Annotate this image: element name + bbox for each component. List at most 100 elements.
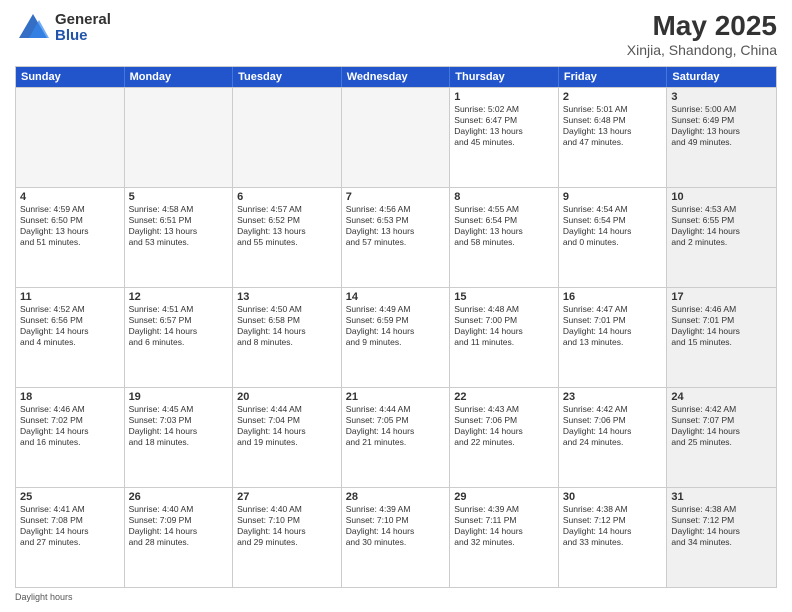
calendar-header-cell: Wednesday (342, 67, 451, 87)
calendar-cell: 29Sunrise: 4:39 AM Sunset: 7:11 PM Dayli… (450, 488, 559, 587)
cell-content: Sunrise: 4:53 AM Sunset: 6:55 PM Dayligh… (671, 204, 772, 248)
calendar-row: 4Sunrise: 4:59 AM Sunset: 6:50 PM Daylig… (16, 187, 776, 287)
calendar: SundayMondayTuesdayWednesdayThursdayFrid… (15, 66, 777, 588)
title-block: May 2025 Xinjia, Shandong, China (627, 10, 777, 58)
cell-content: Sunrise: 4:39 AM Sunset: 7:11 PM Dayligh… (454, 504, 554, 548)
calendar-cell: 30Sunrise: 4:38 AM Sunset: 7:12 PM Dayli… (559, 488, 668, 587)
calendar-cell: 21Sunrise: 4:44 AM Sunset: 7:05 PM Dayli… (342, 388, 451, 487)
calendar-cell: 16Sunrise: 4:47 AM Sunset: 7:01 PM Dayli… (559, 288, 668, 387)
calendar-header-cell: Friday (559, 67, 668, 87)
day-number: 1 (454, 91, 554, 103)
cell-content: Sunrise: 4:40 AM Sunset: 7:09 PM Dayligh… (129, 504, 229, 548)
calendar-cell: 26Sunrise: 4:40 AM Sunset: 7:09 PM Dayli… (125, 488, 234, 587)
day-number: 23 (563, 391, 663, 403)
cell-content: Sunrise: 4:56 AM Sunset: 6:53 PM Dayligh… (346, 204, 446, 248)
calendar-cell: 15Sunrise: 4:48 AM Sunset: 7:00 PM Dayli… (450, 288, 559, 387)
calendar-header-cell: Thursday (450, 67, 559, 87)
day-number: 10 (671, 191, 772, 203)
cell-content: Sunrise: 4:42 AM Sunset: 7:07 PM Dayligh… (671, 404, 772, 448)
day-number: 21 (346, 391, 446, 403)
day-number: 5 (129, 191, 229, 203)
calendar-header-cell: Monday (125, 67, 234, 87)
day-number: 20 (237, 391, 337, 403)
calendar-cell: 19Sunrise: 4:45 AM Sunset: 7:03 PM Dayli… (125, 388, 234, 487)
day-number: 9 (563, 191, 663, 203)
day-number: 8 (454, 191, 554, 203)
cell-content: Sunrise: 4:40 AM Sunset: 7:10 PM Dayligh… (237, 504, 337, 548)
calendar-cell: 9Sunrise: 4:54 AM Sunset: 6:54 PM Daylig… (559, 188, 668, 287)
cell-content: Sunrise: 5:01 AM Sunset: 6:48 PM Dayligh… (563, 104, 663, 148)
day-number: 6 (237, 191, 337, 203)
cell-content: Sunrise: 5:02 AM Sunset: 6:47 PM Dayligh… (454, 104, 554, 148)
cell-content: Sunrise: 4:43 AM Sunset: 7:06 PM Dayligh… (454, 404, 554, 448)
calendar-cell: 22Sunrise: 4:43 AM Sunset: 7:06 PM Dayli… (450, 388, 559, 487)
header: General Blue May 2025 Xinjia, Shandong, … (15, 10, 777, 58)
cell-content: Sunrise: 4:47 AM Sunset: 7:01 PM Dayligh… (563, 304, 663, 348)
calendar-row: 1Sunrise: 5:02 AM Sunset: 6:47 PM Daylig… (16, 87, 776, 187)
day-number: 27 (237, 491, 337, 503)
cell-content: Sunrise: 4:45 AM Sunset: 7:03 PM Dayligh… (129, 404, 229, 448)
cell-content: Sunrise: 4:46 AM Sunset: 7:01 PM Dayligh… (671, 304, 772, 348)
day-number: 24 (671, 391, 772, 403)
calendar-cell (342, 88, 451, 187)
calendar-cell: 13Sunrise: 4:50 AM Sunset: 6:58 PM Dayli… (233, 288, 342, 387)
calendar-row: 18Sunrise: 4:46 AM Sunset: 7:02 PM Dayli… (16, 387, 776, 487)
day-number: 17 (671, 291, 772, 303)
calendar-header: SundayMondayTuesdayWednesdayThursdayFrid… (16, 67, 776, 87)
cell-content: Sunrise: 4:50 AM Sunset: 6:58 PM Dayligh… (237, 304, 337, 348)
calendar-cell: 8Sunrise: 4:55 AM Sunset: 6:54 PM Daylig… (450, 188, 559, 287)
day-number: 13 (237, 291, 337, 303)
cell-content: Sunrise: 4:39 AM Sunset: 7:10 PM Dayligh… (346, 504, 446, 548)
page: General Blue May 2025 Xinjia, Shandong, … (0, 0, 792, 612)
subtitle: Xinjia, Shandong, China (627, 42, 777, 58)
cell-content: Sunrise: 4:41 AM Sunset: 7:08 PM Dayligh… (20, 504, 120, 548)
calendar-cell: 6Sunrise: 4:57 AM Sunset: 6:52 PM Daylig… (233, 188, 342, 287)
day-number: 11 (20, 291, 120, 303)
cell-content: Sunrise: 4:48 AM Sunset: 7:00 PM Dayligh… (454, 304, 554, 348)
logo-general: General (55, 12, 111, 29)
main-title: May 2025 (627, 10, 777, 42)
calendar-cell: 28Sunrise: 4:39 AM Sunset: 7:10 PM Dayli… (342, 488, 451, 587)
calendar-cell (16, 88, 125, 187)
calendar-cell: 31Sunrise: 4:38 AM Sunset: 7:12 PM Dayli… (667, 488, 776, 587)
logo-icon (15, 10, 51, 46)
day-number: 19 (129, 391, 229, 403)
day-number: 25 (20, 491, 120, 503)
calendar-cell: 23Sunrise: 4:42 AM Sunset: 7:06 PM Dayli… (559, 388, 668, 487)
calendar-cell: 27Sunrise: 4:40 AM Sunset: 7:10 PM Dayli… (233, 488, 342, 587)
cell-content: Sunrise: 4:44 AM Sunset: 7:04 PM Dayligh… (237, 404, 337, 448)
day-number: 18 (20, 391, 120, 403)
calendar-cell: 3Sunrise: 5:00 AM Sunset: 6:49 PM Daylig… (667, 88, 776, 187)
calendar-cell: 17Sunrise: 4:46 AM Sunset: 7:01 PM Dayli… (667, 288, 776, 387)
calendar-cell: 7Sunrise: 4:56 AM Sunset: 6:53 PM Daylig… (342, 188, 451, 287)
calendar-cell: 25Sunrise: 4:41 AM Sunset: 7:08 PM Dayli… (16, 488, 125, 587)
calendar-cell: 5Sunrise: 4:58 AM Sunset: 6:51 PM Daylig… (125, 188, 234, 287)
cell-content: Sunrise: 4:55 AM Sunset: 6:54 PM Dayligh… (454, 204, 554, 248)
day-number: 22 (454, 391, 554, 403)
calendar-cell (233, 88, 342, 187)
cell-content: Sunrise: 4:59 AM Sunset: 6:50 PM Dayligh… (20, 204, 120, 248)
cell-content: Sunrise: 4:42 AM Sunset: 7:06 PM Dayligh… (563, 404, 663, 448)
day-number: 4 (20, 191, 120, 203)
cell-content: Sunrise: 4:52 AM Sunset: 6:56 PM Dayligh… (20, 304, 120, 348)
calendar-cell: 18Sunrise: 4:46 AM Sunset: 7:02 PM Dayli… (16, 388, 125, 487)
calendar-cell: 2Sunrise: 5:01 AM Sunset: 6:48 PM Daylig… (559, 88, 668, 187)
logo: General Blue (15, 10, 111, 46)
day-number: 29 (454, 491, 554, 503)
calendar-cell: 1Sunrise: 5:02 AM Sunset: 6:47 PM Daylig… (450, 88, 559, 187)
calendar-cell (125, 88, 234, 187)
cell-content: Sunrise: 5:00 AM Sunset: 6:49 PM Dayligh… (671, 104, 772, 148)
logo-text: General Blue (55, 12, 111, 45)
calendar-header-cell: Saturday (667, 67, 776, 87)
footer-note: Daylight hours (15, 592, 777, 602)
day-number: 12 (129, 291, 229, 303)
day-number: 7 (346, 191, 446, 203)
day-number: 28 (346, 491, 446, 503)
calendar-cell: 20Sunrise: 4:44 AM Sunset: 7:04 PM Dayli… (233, 388, 342, 487)
calendar-row: 25Sunrise: 4:41 AM Sunset: 7:08 PM Dayli… (16, 487, 776, 587)
cell-content: Sunrise: 4:38 AM Sunset: 7:12 PM Dayligh… (671, 504, 772, 548)
calendar-body: 1Sunrise: 5:02 AM Sunset: 6:47 PM Daylig… (16, 87, 776, 587)
calendar-cell: 4Sunrise: 4:59 AM Sunset: 6:50 PM Daylig… (16, 188, 125, 287)
day-number: 15 (454, 291, 554, 303)
day-number: 14 (346, 291, 446, 303)
